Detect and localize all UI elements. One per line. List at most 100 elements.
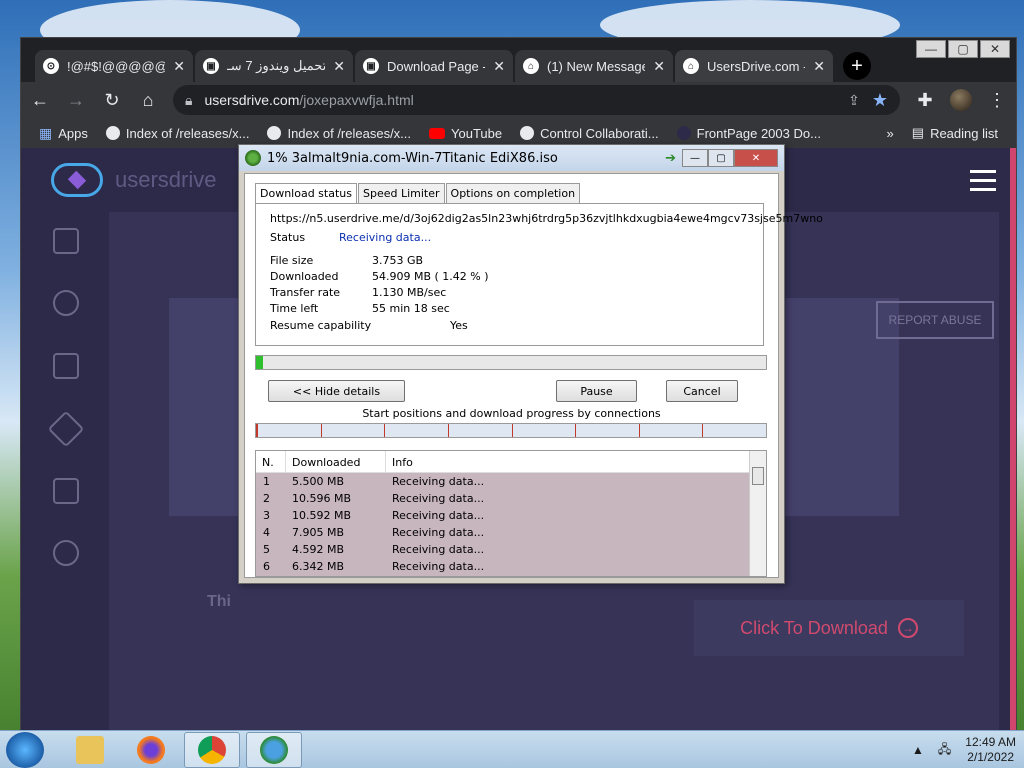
- chrome-icon: [198, 736, 226, 764]
- money-icon[interactable]: [53, 478, 79, 504]
- table-scrollbar[interactable]: [749, 451, 766, 576]
- network-icon[interactable]: 🖧︎: [938, 740, 951, 761]
- more-bookmarks-button[interactable]: »: [887, 126, 894, 141]
- dialog-maximize-button[interactable]: ▢: [708, 149, 734, 167]
- download-status-pane: https://n5.userdrive.me/d/3oj62dig2as5ln…: [255, 203, 823, 346]
- close-tab-icon[interactable]: ✕: [333, 58, 345, 75]
- back-icon[interactable]: ←: [29, 90, 51, 111]
- downloaded-value: 54.909 MB ( 1.42 % ): [372, 270, 489, 283]
- connections-caption: Start positions and download progress by…: [362, 407, 661, 420]
- column-header-n[interactable]: N.: [256, 451, 286, 472]
- progress-fill: [256, 356, 264, 369]
- status-row: Status Receiving data...: [270, 231, 432, 244]
- browser-tab[interactable]: ⌂ (1) New Message! ✕: [515, 50, 673, 82]
- windows-taskbar: ▲ 🖧︎ 12:49 AM 2/1/2022: [0, 730, 1024, 768]
- close-tab-icon[interactable]: ✕: [813, 58, 825, 75]
- table-row[interactable]: 3 10.592 MB Receiving data...: [256, 507, 766, 524]
- profile-avatar[interactable]: [950, 89, 972, 111]
- tab-speed-limiter[interactable]: Speed Limiter: [357, 183, 445, 205]
- connections-progress-bar: [255, 423, 767, 438]
- dialog-tabs: Download status Speed Limiter Options on…: [255, 183, 581, 205]
- tab-options-on-completion[interactable]: Options on completion: [445, 183, 581, 205]
- reload-icon[interactable]: ↻: [101, 90, 123, 111]
- tab-download-status[interactable]: Download status: [255, 183, 357, 205]
- table-header: N. Downloaded Info: [256, 451, 766, 473]
- start-button[interactable]: [6, 732, 44, 768]
- maximize-button[interactable]: ▢: [948, 40, 978, 58]
- drag-arrow-icon: ➔: [665, 150, 676, 166]
- table-row[interactable]: 6 6.342 MB Receiving data...: [256, 558, 766, 575]
- tab-title: (1) New Message!: [547, 58, 646, 74]
- table-row[interactable]: 2 10.596 MB Receiving data...: [256, 490, 766, 507]
- tab-strip: ⊙ !@#$!@@@@@ ✕ ▣ تحميل ويندوز 7 سـ ✕ ▣ D…: [35, 46, 871, 82]
- close-tab-icon[interactable]: ✕: [653, 58, 665, 75]
- browser-tab[interactable]: ⊙ !@#$!@@@@@ ✕: [35, 50, 193, 82]
- table-row[interactable]: 1 5.500 MB Receiving data...: [256, 473, 766, 490]
- tab-favicon-icon: ⊙: [43, 58, 59, 74]
- cancel-button[interactable]: Cancel: [666, 380, 738, 402]
- dialog-body: Download status Speed Limiter Options on…: [244, 173, 823, 578]
- dialog-minimize-button[interactable]: —: [682, 149, 708, 167]
- scrollbar-thumb[interactable]: [752, 467, 764, 485]
- table-row[interactable]: 4 7.905 MB Receiving data...: [256, 524, 766, 541]
- brand-logo[interactable]: usersdrive: [51, 163, 216, 197]
- add-user-icon[interactable]: [53, 290, 79, 316]
- news-icon[interactable]: [53, 353, 79, 379]
- share-icon[interactable]: ⇪: [848, 92, 860, 109]
- bookmark-item[interactable]: Index of /releases/x...: [105, 126, 249, 141]
- globe-icon: [676, 126, 691, 140]
- info-icon[interactable]: [53, 540, 79, 566]
- close-tab-icon[interactable]: ✕: [493, 58, 505, 75]
- close-window-button[interactable]: ✕: [980, 40, 1010, 58]
- new-tab-button[interactable]: +: [843, 52, 871, 80]
- time-left-row: Time left 55 min 18 sec: [270, 302, 450, 315]
- clock[interactable]: 12:49 AM 2/1/2022: [965, 735, 1016, 765]
- forward-icon[interactable]: →: [65, 90, 87, 111]
- browser-tab[interactable]: ▣ تحميل ويندوز 7 سـ ✕: [195, 50, 353, 82]
- column-header-downloaded[interactable]: Downloaded: [286, 451, 386, 472]
- bookmark-item[interactable]: Index of /releases/x...: [267, 126, 411, 141]
- home-icon[interactable]: ⌂: [137, 90, 159, 111]
- hamburger-menu-icon[interactable]: [970, 170, 996, 197]
- address-bar[interactable]: 🔒︎ usersdrive.com/joxepaxvwfja.html ⇪ ★: [173, 85, 900, 115]
- resume-capability-row: Resume capability Yes: [270, 319, 468, 332]
- page-scrollbar[interactable]: [1010, 148, 1016, 731]
- transfer-rate-value: 1.130 MB/sec: [372, 286, 447, 299]
- minimize-button[interactable]: —: [916, 40, 946, 58]
- tab-favicon-icon: ⌂: [523, 58, 539, 74]
- extensions-icon[interactable]: ✚: [914, 90, 936, 111]
- taskbar-chrome[interactable]: [184, 732, 240, 768]
- download-progress-bar: [255, 355, 767, 370]
- taskbar-firefox[interactable]: [123, 732, 179, 768]
- taskbar-idm[interactable]: [246, 732, 302, 768]
- taskbar-explorer[interactable]: [62, 732, 118, 768]
- close-tab-icon[interactable]: ✕: [173, 58, 185, 75]
- bookmark-item[interactable]: Control Collaborati...: [520, 126, 659, 141]
- diamond-icon[interactable]: [47, 410, 85, 448]
- reading-list-button[interactable]: ▤ Reading list: [912, 125, 998, 141]
- dialog-title: 1% 3almalt9nia.com-Win-7Titanic EdiX86.i…: [267, 150, 558, 166]
- dialog-close-button[interactable]: ✕: [734, 149, 778, 167]
- bookmark-apps[interactable]: ▦ Apps: [39, 125, 88, 142]
- globe-icon: [105, 126, 120, 140]
- bookmark-star-icon[interactable]: ★: [872, 90, 888, 111]
- pause-button[interactable]: Pause: [556, 380, 637, 402]
- table-row[interactable]: 5 4.592 MB Receiving data...: [256, 541, 766, 558]
- dialog-titlebar[interactable]: 1% 3almalt9nia.com-Win-7Titanic EdiX86.i…: [239, 145, 784, 171]
- hide-details-button[interactable]: << Hide details: [268, 380, 405, 402]
- connections-table: N. Downloaded Info 1 5.500 MB Receiving da…: [255, 450, 767, 577]
- bookmark-youtube[interactable]: YouTube: [429, 126, 502, 141]
- show-hidden-icons-icon[interactable]: ▲: [912, 743, 924, 757]
- apps-grid-icon: ▦: [39, 124, 53, 141]
- report-abuse-button[interactable]: REPORT ABUSE: [876, 301, 994, 339]
- bookmark-item[interactable]: FrontPage 2003 Do...: [676, 126, 821, 141]
- menu-kebab-icon[interactable]: ⋮: [986, 90, 1008, 111]
- window-controls: — ▢ ✕: [916, 40, 1010, 58]
- login-icon[interactable]: [53, 228, 79, 254]
- tab-favicon-icon: ▣: [363, 58, 379, 74]
- column-header-info[interactable]: Info: [386, 451, 766, 472]
- browser-tab[interactable]: ▣ Download Page - ✕: [355, 50, 513, 82]
- click-to-download-button[interactable]: Click To Download →: [694, 600, 964, 656]
- browser-tab-active[interactable]: ⌂ UsersDrive.com - ✕: [675, 50, 833, 82]
- lock-icon[interactable]: 🔒︎: [185, 92, 192, 109]
